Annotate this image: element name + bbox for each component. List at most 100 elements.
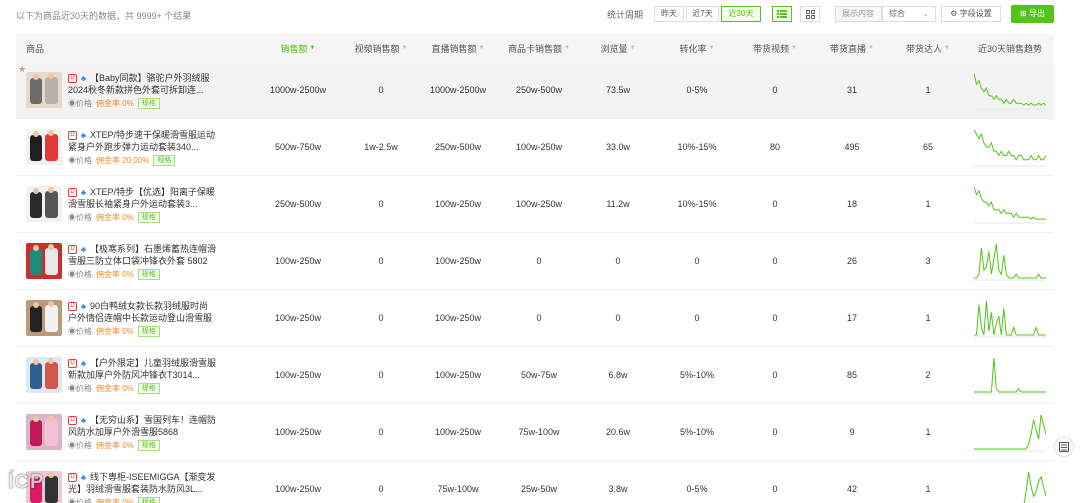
- trend-line: [974, 243, 1046, 279]
- col-video-sales[interactable]: 视频销售额 ▼: [346, 42, 416, 55]
- product-cell[interactable]: D ♣ 【户外限定】儿童羽绒服滑雪服新款加厚户外防风冲锋衣T3014... ◉价格 …: [16, 357, 250, 394]
- trend-cell[interactable]: [966, 184, 1054, 224]
- product-thumbnail-graphic: [30, 130, 58, 161]
- product-cell[interactable]: D ♣ XTEP/特步速干保暖滑雪服运动紧身户外跑步弹力运动套装340... ◉价格…: [16, 129, 250, 166]
- period-7days-button[interactable]: 近7天: [686, 6, 719, 22]
- product-image[interactable]: [26, 243, 62, 279]
- result-summary: 以下为商品近30天的数据，共 9999+ 个结果: [16, 11, 192, 21]
- calculator-icon[interactable]: [1054, 437, 1074, 457]
- spec-tag[interactable]: 规格: [137, 97, 160, 109]
- trend-cell[interactable]: [966, 469, 1054, 503]
- trend-cell[interactable]: [966, 70, 1054, 110]
- spec-tag[interactable]: 规格: [153, 154, 176, 166]
- watermark-logo: ÍCP: [6, 468, 126, 500]
- product-cell[interactable]: D ♣ 【Baby同款】骆驼户外羽绒服2024秋冬新款拼色外套可拆卸连... ◉价格…: [16, 72, 250, 109]
- cell-creators: 1: [925, 313, 931, 323]
- trend-cell[interactable]: [966, 355, 1054, 395]
- trend-line: [974, 186, 1046, 220]
- product-title[interactable]: D ♣ 【无穷山系】雪国列车！连帽防风防水加厚户外滑雪服5868: [68, 414, 216, 438]
- spec-tag[interactable]: 规格: [137, 439, 160, 451]
- spec-tag[interactable]: 规格: [137, 496, 160, 503]
- price-link[interactable]: ◉价格: [68, 440, 92, 451]
- trend-line: [1023, 471, 1046, 503]
- table-row[interactable]: ★ D ♣ 【Baby同款】骆驼户外羽绒服2024秋冬新款拼色外套可拆卸连... ◉…: [16, 62, 1054, 119]
- col-sales[interactable]: 销售额 ▼: [250, 42, 346, 55]
- commission-rate: 佣金率 0%: [96, 326, 134, 336]
- cell-live-sales: 100w-250w: [434, 256, 482, 266]
- spec-tag[interactable]: 规格: [137, 325, 160, 337]
- product-thumbnail-graphic: [30, 73, 58, 104]
- export-button[interactable]: ⊞ 导出: [1011, 5, 1054, 23]
- spec-tag[interactable]: 规格: [137, 211, 160, 223]
- product-image[interactable]: [26, 186, 62, 222]
- product-title[interactable]: D ♣ XTEP/特步速干保暖滑雪服运动紧身户外跑步弹力运动套装340...: [68, 129, 216, 153]
- table-row[interactable]: D ♣ 线下専柜-ISEEMIGGA【渐变发光】羽绒滑雪服套装防水防风3L... ◉…: [16, 461, 1054, 503]
- col-creators[interactable]: 带货达人 ▼: [890, 42, 966, 55]
- commission-rate: 佣金率 0%: [96, 98, 134, 108]
- shop-badge-icon: D: [68, 415, 77, 425]
- cell-views: 0: [615, 313, 621, 323]
- people-badge-icon: ♣: [80, 73, 87, 83]
- price-link[interactable]: ◉价格: [68, 326, 92, 337]
- col-creators-label: 带货达人: [906, 43, 943, 54]
- cell-live-sales: 250w-500w: [434, 142, 482, 152]
- product-image[interactable]: [26, 300, 62, 336]
- cell-views: 3.8w: [608, 484, 628, 494]
- sort-icon: ▼: [629, 45, 636, 51]
- col-views[interactable]: 浏览量 ▼: [578, 42, 658, 55]
- col-live-sales[interactable]: 直播销售额 ▼: [416, 42, 500, 55]
- cell-sales: 1000w-2500w: [269, 85, 327, 95]
- col-videos[interactable]: 带货视频 ▼: [736, 42, 814, 55]
- product-cell[interactable]: D ♣ XTEP/特步【优选】阳离子保暖滑雪服长袖紧身户外运动套装3... ◉价格 …: [16, 186, 250, 223]
- cell-conversion: 0: [694, 313, 700, 323]
- table-row[interactable]: D ♣ 【户外限定】儿童羽绒服滑雪服新款加厚户外防风冲锋衣T3014... ◉价格 …: [16, 347, 1054, 404]
- watermark-graphic: ÍCP: [8, 470, 44, 494]
- product-image[interactable]: [26, 357, 62, 393]
- col-conversion[interactable]: 转化率 ▼: [658, 42, 736, 55]
- table-row[interactable]: D ♣ XTEP/特步【优选】阳离子保暖滑雪服长袖紧身户外运动套装3... ◉价格 …: [16, 176, 1054, 233]
- period-30days-button[interactable]: 近30天: [721, 6, 761, 22]
- product-image[interactable]: [26, 129, 62, 165]
- product-title[interactable]: D ♣ 【户外限定】儿童羽绒服滑雪服新款加厚户外防风冲锋衣T3014...: [68, 357, 216, 381]
- table-row[interactable]: D ♣ 90白鸭绒女款长款羽绒服时尚户外情侣连帽中长款运动登山滑雪服 ◉价格 佣金率…: [16, 290, 1054, 347]
- trend-cell[interactable]: [966, 241, 1054, 281]
- cell-creators: 65: [922, 142, 933, 152]
- trend-cell[interactable]: [966, 298, 1054, 338]
- product-cell[interactable]: D ♣ 【极寒系列】石墨烯蓄热连帽滑雪服三防立体口袋冲锋衣外套 5802 ◉价格 佣…: [16, 243, 250, 280]
- product-image[interactable]: [26, 414, 62, 450]
- shop-badge-icon: D: [68, 358, 77, 368]
- product-title[interactable]: D ♣ 【Baby同款】骆驼户外羽绒服2024秋冬新款拼色外套可拆卸连...: [68, 72, 216, 96]
- product-title[interactable]: D ♣ XTEP/特步【优选】阳离子保暖滑雪服长袖紧身户外运动套装3...: [68, 186, 216, 210]
- product-cell[interactable]: D ♣ 【无穷山系】雪国列车！连帽防风防水加厚户外滑雪服5868 ◉价格 佣金率 0…: [16, 414, 250, 451]
- cell-creators: 1: [925, 484, 931, 494]
- product-image[interactable]: [26, 72, 62, 108]
- table-row[interactable]: D ♣ 【极寒系列】石墨烯蓄热连帽滑雪服三防立体口袋冲锋衣外套 5802 ◉价格 佣…: [16, 233, 1054, 290]
- field-settings-button[interactable]: ⚙ 字段设置: [941, 6, 1001, 22]
- display-content-select[interactable]: 综合 ⌄: [882, 6, 936, 22]
- favorite-star-icon[interactable]: ★: [18, 64, 26, 75]
- list-view-button[interactable]: [772, 6, 792, 22]
- cell-video-sales: 0: [378, 199, 384, 209]
- col-lives[interactable]: 带货直播 ▼: [814, 42, 890, 55]
- spec-tag[interactable]: 规格: [137, 268, 160, 280]
- cell-video-sales: 0: [378, 313, 384, 323]
- table-row[interactable]: D ♣ XTEP/特步速干保暖滑雪服运动紧身户外跑步弹力运动套装340... ◉价格…: [16, 119, 1054, 176]
- product-cell[interactable]: D ♣ 90白鸭绒女款长款羽绒服时尚户外情侣连帽中长款运动登山滑雪服 ◉价格 佣金率…: [16, 300, 250, 337]
- col-card-sales[interactable]: 商品卡销售额 ▼: [500, 42, 578, 55]
- table-row[interactable]: D ♣ 【无穷山系】雪国列车！连帽防风防水加厚户外滑雪服5868 ◉价格 佣金率 0…: [16, 404, 1054, 461]
- trend-cell[interactable]: [966, 412, 1054, 452]
- trend-cell[interactable]: [966, 127, 1054, 167]
- price-link[interactable]: ◉价格: [68, 383, 92, 394]
- product-title[interactable]: D ♣ 90白鸭绒女款长款羽绒服时尚户外情侣连帽中长款运动登山滑雪服: [68, 300, 216, 324]
- grid-view-button[interactable]: [800, 6, 820, 22]
- period-yesterday-button[interactable]: 昨天: [654, 6, 684, 22]
- price-link[interactable]: ◉价格: [68, 155, 92, 166]
- price-link[interactable]: ◉价格: [68, 98, 92, 109]
- price-eye-icon: ◉: [68, 155, 76, 165]
- price-link[interactable]: ◉价格: [68, 269, 92, 280]
- cell-video-sales: 0: [378, 85, 384, 95]
- product-title[interactable]: D ♣ 【极寒系列】石墨烯蓄热连帽滑雪服三防立体口袋冲锋衣外套 5802: [68, 243, 216, 267]
- cell-sales: 500w-750w: [274, 142, 322, 152]
- spec-tag[interactable]: 规格: [137, 382, 160, 394]
- price-link[interactable]: ◉价格: [68, 212, 92, 223]
